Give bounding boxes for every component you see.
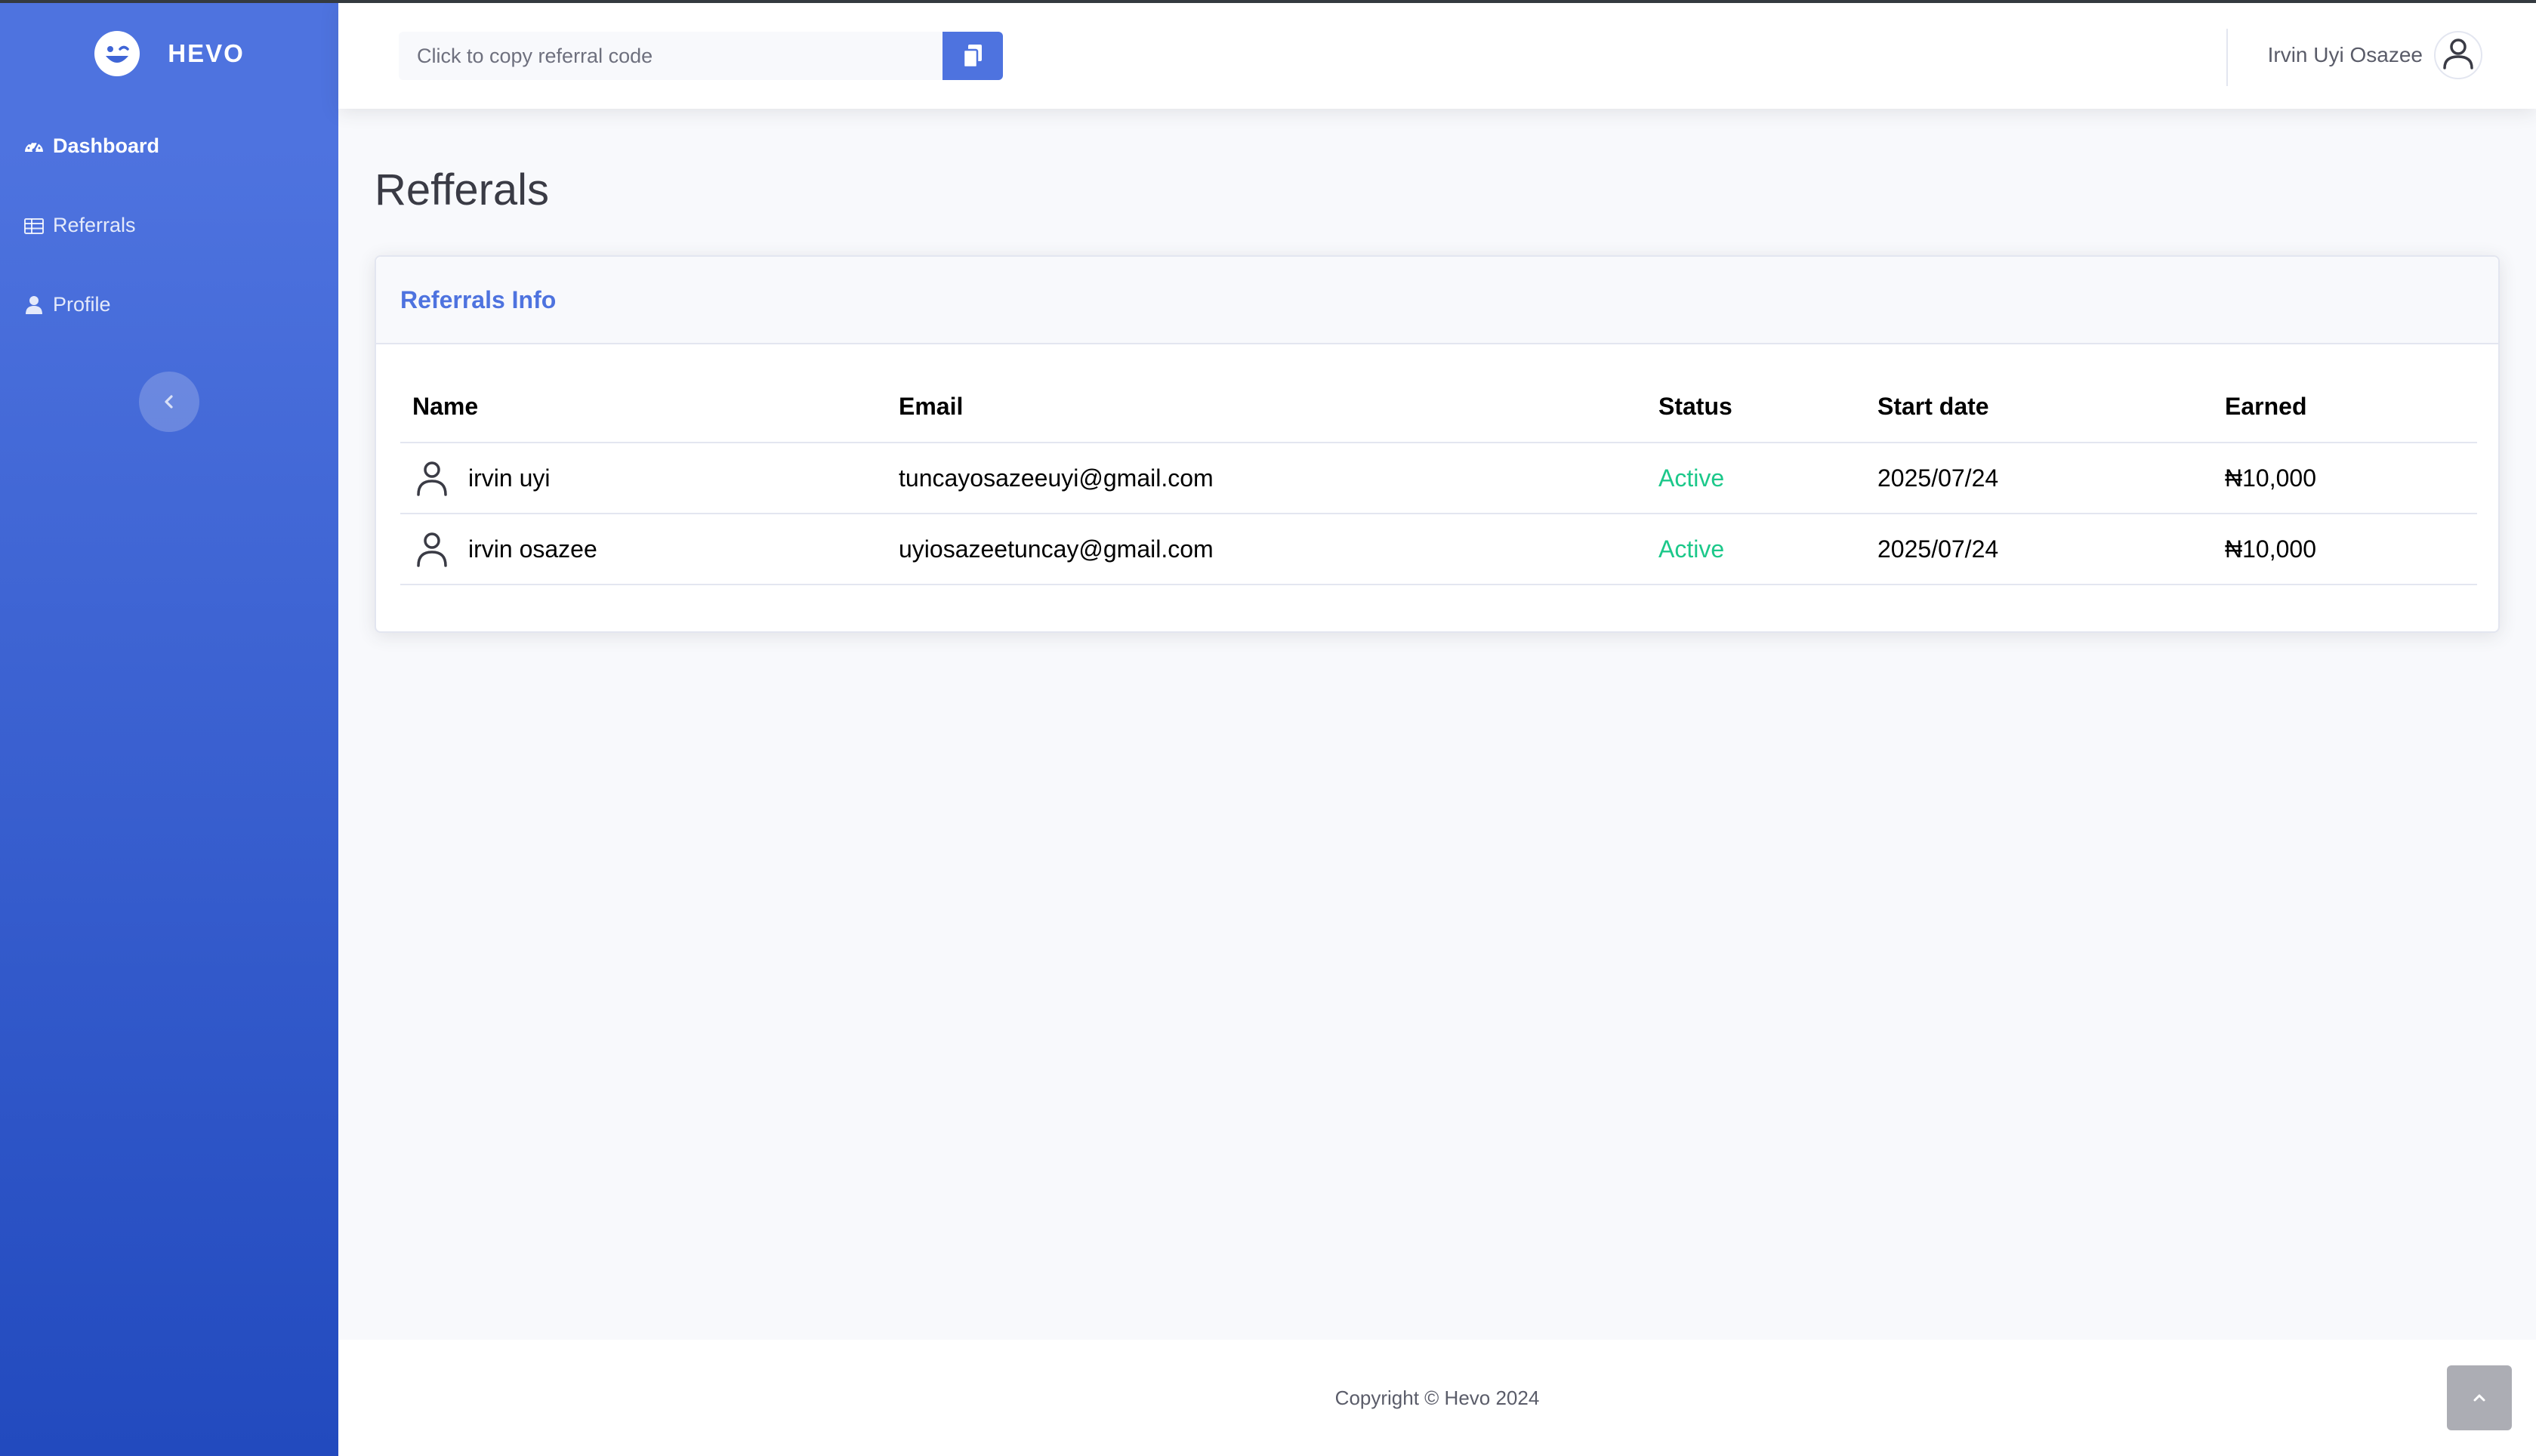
table-header-row: Name Email Status Start date Earned — [400, 384, 2477, 443]
tachometer-icon — [25, 140, 43, 153]
referral-name: irvin uyi — [468, 464, 551, 492]
sidebar-item-dashboard[interactable]: Dashboard — [23, 134, 159, 158]
referral-code-input[interactable] — [399, 32, 943, 80]
column-header-email: Email — [887, 384, 1646, 443]
column-header-status: Status — [1646, 384, 1865, 443]
table-icon — [24, 217, 44, 234]
chevron-up-icon — [2473, 1394, 2485, 1402]
table-row: irvin uyi tuncayosazeeuyi@gmail.com Acti… — [400, 443, 2477, 514]
laugh-wink-icon — [94, 31, 140, 76]
sidebar-item-referrals[interactable]: Referrals — [23, 214, 136, 237]
email-cell: uyiosazeetuncay@gmail.com — [887, 514, 1646, 585]
user-icon — [26, 295, 42, 314]
brand-name: HEVO — [168, 39, 245, 67]
scroll-to-top-button[interactable] — [2447, 1365, 2512, 1430]
user-avatar-icon — [417, 461, 447, 496]
topbar: Irvin Uyi Osazee — [338, 3, 2536, 109]
column-header-start-date: Start date — [1865, 384, 2213, 443]
referral-name: irvin osazee — [468, 535, 597, 563]
start-date-cell: 2025/07/24 — [1865, 514, 2213, 585]
user-menu[interactable]: Irvin Uyi Osazee — [2268, 30, 2483, 80]
card-title: Referrals Info — [400, 285, 557, 313]
earned-cell: ₦10,000 — [2213, 514, 2477, 585]
sidebar-item-label: Referrals — [53, 214, 136, 236]
name-cell: irvin osazee — [400, 514, 887, 585]
earned-cell: ₦10,000 — [2213, 443, 2477, 514]
referrals-card: Referrals Info Name Email Status Start d… — [375, 255, 2500, 633]
copy-referral-button[interactable] — [943, 32, 1003, 80]
top-border — [0, 0, 2536, 3]
user-avatar-icon — [417, 532, 447, 567]
column-header-earned: Earned — [2213, 384, 2477, 443]
sidebar-brand[interactable]: HEVO — [0, 0, 338, 107]
status-cell: Active — [1646, 443, 1865, 514]
card-header: Referrals Info — [376, 257, 2498, 344]
referral-code-group — [399, 32, 1003, 80]
footer: Copyright © Hevo 2024 — [338, 1340, 2536, 1456]
column-header-name: Name — [400, 384, 887, 443]
email-cell: tuncayosazeeuyi@gmail.com — [887, 443, 1646, 514]
copy-icon — [962, 45, 982, 69]
referrals-table-wrap: Name Email Status Start date Earned irvi… — [400, 384, 2477, 585]
sidebar-toggle-button[interactable] — [139, 372, 199, 432]
chevron-left-icon — [165, 395, 173, 409]
referrals-table: Name Email Status Start date Earned irvi… — [400, 384, 2477, 585]
sidebar: HEVO Dashboard Referrals Profile — [0, 0, 338, 1456]
sidebar-item-label: Dashboard — [53, 134, 160, 157]
start-date-cell: 2025/07/24 — [1865, 443, 2213, 514]
name-cell: irvin uyi — [400, 443, 887, 514]
user-name: Irvin Uyi Osazee — [2267, 43, 2423, 66]
copyright-text: Copyright © Hevo 2024 — [1334, 1386, 1540, 1409]
status-cell: Active — [1646, 514, 1865, 585]
page-title: Refferals — [375, 165, 550, 214]
sidebar-item-label: Profile — [53, 293, 111, 316]
sidebar-item-profile[interactable]: Profile — [23, 293, 111, 316]
app-root: HEVO Dashboard Referrals Profile Click t… — [0, 0, 2536, 1456]
user-avatar-icon — [2434, 31, 2482, 79]
table-row: irvin osazee uyiosazeetuncay@gmail.com A… — [400, 514, 2477, 585]
topbar-divider — [2226, 29, 2228, 86]
